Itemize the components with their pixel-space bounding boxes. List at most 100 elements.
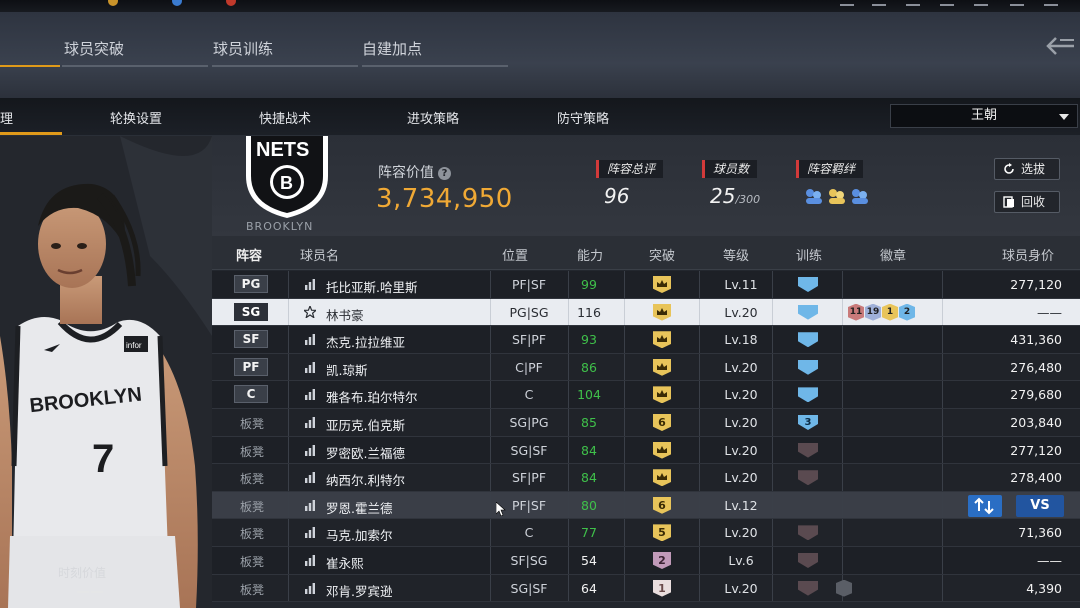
training-badge <box>798 525 818 541</box>
player-name: 托比亚斯.哈里斯 <box>326 280 418 295</box>
column-divider <box>624 464 625 491</box>
breakthrough-badge: 6 <box>653 496 671 514</box>
table-row[interactable]: SF 杰克.拉拉维亚 SF|PF 93 Lv.18 431,360 <box>212 326 1080 354</box>
crown-icon <box>657 445 667 453</box>
signal-bars-icon <box>305 389 315 401</box>
column-divider <box>842 547 843 574</box>
crown-icon <box>657 307 667 315</box>
column-divider <box>942 409 943 436</box>
close-icon[interactable] <box>1044 0 1058 6</box>
column-divider <box>942 574 943 602</box>
notice-icon[interactable] <box>940 0 954 6</box>
header-level[interactable]: 等级 <box>723 245 749 264</box>
subtab-defense-strategy[interactable]: 防守策略 <box>557 108 609 127</box>
player-rating: 64 <box>581 580 597 596</box>
mail-icon[interactable] <box>906 0 920 6</box>
column-divider <box>699 298 700 326</box>
table-row[interactable]: PG 托比亚斯.哈里斯 PF|SF 99 Lv.11 277,120 <box>212 271 1080 299</box>
column-divider <box>624 326 625 353</box>
breakthrough-badge: 6 <box>653 414 671 431</box>
tab-active-indicator <box>0 65 60 67</box>
select-button[interactable]: 选拔 <box>994 158 1060 180</box>
table-row[interactable]: 板凳 罗恩.霍兰德 PF|SF 80 6 Lv.12 VS <box>212 491 1080 520</box>
menu-icon[interactable] <box>1010 0 1024 6</box>
column-divider <box>772 326 773 353</box>
player-price: 203,840 <box>1010 415 1062 430</box>
window-icon[interactable] <box>974 0 988 6</box>
table-row[interactable]: 板凳 纳西尔.利特尔 SF|PF 84 Lv.20 278,400 <box>212 464 1080 492</box>
player-price: 277,120 <box>1010 277 1062 292</box>
column-divider <box>772 491 773 519</box>
header-breakthrough[interactable]: 突破 <box>649 245 675 264</box>
header-position[interactable]: 位置 <box>502 245 528 264</box>
column-divider <box>699 491 700 519</box>
player-level: Lv.6 <box>728 553 754 568</box>
column-divider <box>490 519 491 546</box>
tab-custom-points[interactable]: 自建加点 <box>362 38 422 59</box>
swap-button[interactable] <box>968 494 1002 517</box>
player-name: 雅各布.珀尔特尔 <box>326 390 418 406</box>
subtab-offense-strategy[interactable]: 进攻策略 <box>407 108 459 127</box>
sub-navigation: 理 轮换设置 快捷战术 进攻策略 防守策略 王朝 <box>0 98 1080 136</box>
column-divider <box>624 574 625 602</box>
column-divider <box>490 491 491 519</box>
table-row[interactable]: SG 林书豪 PG|SG 116 Lv.20 11 19 1 2 —— <box>212 298 1080 327</box>
player-price: 4,390 <box>1026 580 1062 596</box>
column-divider <box>288 271 289 298</box>
skill-badge-icon[interactable]: 2 <box>899 303 915 321</box>
player-position: C <box>524 387 534 403</box>
player-level: Lv.12 <box>724 497 758 513</box>
player-level: Lv.20 <box>724 304 758 320</box>
help-icon[interactable]: ? <box>438 167 451 180</box>
header-slot[interactable]: 阵容 <box>236 245 262 264</box>
table-row[interactable]: 板凳 马克.加索尔 C 77 5 Lv.20 71,360 <box>212 519 1080 547</box>
slot-position-badge: SF <box>234 330 268 349</box>
bond-icons[interactable] <box>804 186 872 206</box>
player-rating: 116 <box>577 304 601 320</box>
tab-player-breakthrough[interactable]: 球员突破 <box>64 38 124 59</box>
column-divider <box>624 353 625 381</box>
header-badges[interactable]: 徽章 <box>880 245 906 264</box>
chevron-down-icon <box>1059 114 1069 120</box>
tab-player-training[interactable]: 球员训练 <box>213 38 273 59</box>
column-divider <box>624 409 625 436</box>
column-divider <box>842 271 843 298</box>
table-row[interactable]: 板凳 罗密欧.兰福德 SG|SF 84 Lv.20 277,120 <box>212 436 1080 465</box>
slot-bench-label: 板凳 <box>240 527 265 542</box>
dynasty-select[interactable]: 王朝 <box>890 104 1078 128</box>
table-row[interactable]: C 雅各布.珀尔特尔 C 104 Lv.20 279,680 <box>212 381 1080 409</box>
header-name[interactable]: 球员名 <box>300 245 339 264</box>
moment-value: —— <box>76 584 104 600</box>
header-price[interactable]: 球员身价 <box>1002 245 1054 264</box>
subtab-quick-tactics[interactable]: 快捷战术 <box>259 108 311 127</box>
column-divider <box>842 436 843 464</box>
player-name: 邓肯.罗宾逊 <box>326 583 393 599</box>
compare-vs-button[interactable]: VS <box>1016 494 1064 517</box>
column-divider <box>288 436 289 464</box>
player-price: 276,480 <box>1010 359 1062 375</box>
skill-badge-icon[interactable]: 11 <box>848 303 864 321</box>
subtab-rotation[interactable]: 轮换设置 <box>110 108 162 127</box>
skill-badge-icon[interactable] <box>836 579 852 597</box>
table-row[interactable]: 板凳 邓肯.罗宾逊 SG|SF 64 1 Lv.20 4,390 <box>212 574 1080 603</box>
back-arrow-icon[interactable] <box>1046 36 1074 56</box>
svg-text:7: 7 <box>92 437 114 481</box>
table-row[interactable]: PF 凯.琼斯 C|PF 86 Lv.20 276,480 <box>212 353 1080 382</box>
column-divider <box>772 574 773 602</box>
column-divider <box>942 326 943 353</box>
settings-icon[interactable] <box>872 0 886 6</box>
column-divider <box>490 271 491 298</box>
skill-badge-icon[interactable]: 19 <box>865 303 881 321</box>
player-price: 277,120 <box>1010 442 1062 458</box>
subtab-lineup-manage[interactable]: 理 <box>0 108 13 127</box>
header-rating[interactable]: 能力 <box>577 245 603 264</box>
table-row[interactable]: 板凳 亚历克.伯克斯 SG|PG 85 6 Lv.20 3 203,840 <box>212 409 1080 437</box>
skill-badge-icon[interactable]: 1 <box>882 303 898 321</box>
header-training[interactable]: 训练 <box>796 245 822 264</box>
roster-table: 阵容 球员名 位置 能力 突破 等级 训练 徽章 球员身价 PG 托比亚斯.哈里斯… <box>212 236 1080 608</box>
column-divider <box>842 464 843 491</box>
slot-bench-label: 板凳 <box>240 499 265 514</box>
table-row[interactable]: 板凳 崔永熙 SF|SG 54 2 Lv.6 —— <box>212 547 1080 575</box>
minimize-icon[interactable] <box>840 0 854 6</box>
recycle-button[interactable]: 回收 <box>994 191 1060 213</box>
